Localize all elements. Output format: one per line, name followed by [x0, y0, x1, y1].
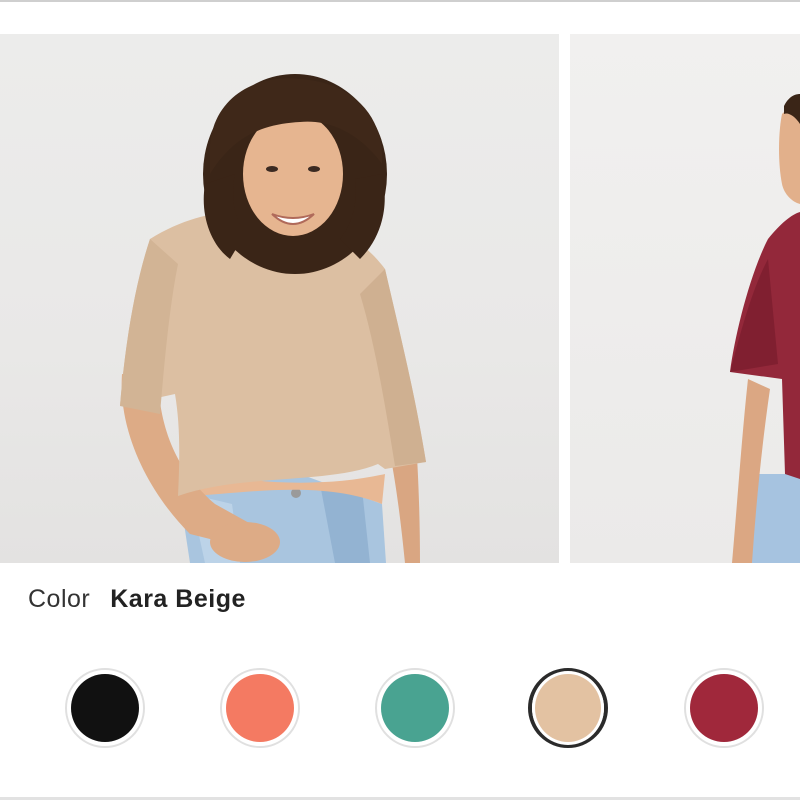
selected-color-name: Kara Beige — [110, 585, 246, 613]
color-swatch-teal[interactable] — [375, 668, 455, 748]
model-beige-tee-photo-icon — [120, 74, 426, 563]
swatch-fill — [381, 674, 449, 742]
swatch-fill — [226, 674, 294, 742]
color-swatch-kara-beige[interactable] — [528, 668, 608, 748]
top-divider — [0, 0, 800, 2]
color-swatch-coral[interactable] — [220, 668, 300, 748]
product-image-carousel[interactable] — [0, 34, 800, 563]
color-swatch-burgundy[interactable] — [684, 668, 764, 748]
swatch-fill — [532, 671, 604, 745]
color-swatch-black[interactable] — [65, 668, 145, 748]
color-selection-row: Color Kara Beige — [28, 585, 246, 617]
color-label: Color — [28, 585, 91, 613]
swatch-fill — [71, 674, 139, 742]
product-photo-next[interactable] — [570, 34, 800, 563]
model-burgundy-tee-photo-icon — [730, 94, 800, 563]
product-photo-main[interactable] — [0, 34, 559, 563]
swatch-fill — [690, 674, 758, 742]
